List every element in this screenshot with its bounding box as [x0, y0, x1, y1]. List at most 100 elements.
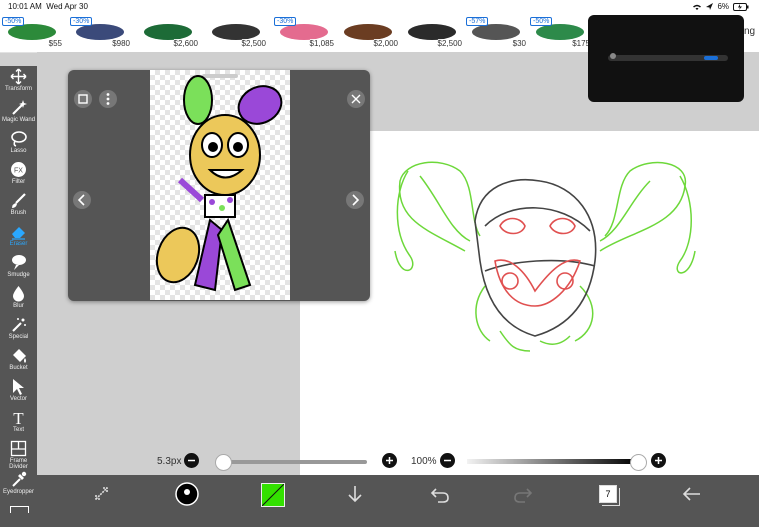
reference-fit-button[interactable] — [74, 90, 92, 108]
tool-label: Brush — [10, 210, 27, 216]
ad-product-image — [8, 24, 56, 40]
brush-size-increase-button[interactable] — [382, 453, 397, 468]
ad-price: $2,500 — [437, 39, 462, 48]
status-time: 10:01 AM Wed Apr 30 — [8, 2, 88, 11]
battery-charging-icon — [733, 2, 749, 11]
minus-icon — [444, 459, 451, 462]
ad-price: $980 — [112, 39, 130, 48]
ad-item[interactable]: -30% $980 — [68, 16, 132, 50]
tool-label: Blur — [13, 303, 24, 309]
fx-icon: FX — [11, 162, 26, 177]
opacity-control: 100% — [411, 452, 671, 472]
brush-size-value: 5.3px — [157, 456, 182, 467]
tool-label: Eyedropper — [2, 489, 35, 495]
plus-icon — [655, 457, 662, 464]
ad-item[interactable]: $2,500 — [400, 16, 464, 50]
reference-prev-button[interactable] — [73, 191, 91, 209]
frame-divider-icon — [10, 440, 27, 457]
tool-label: Bucket — [9, 365, 28, 371]
ad-product-image — [344, 24, 392, 40]
layers-button[interactable]: 7 — [593, 483, 623, 505]
redo-button[interactable] — [508, 483, 538, 505]
redo-icon — [514, 488, 533, 503]
ad-item[interactable]: -30% $1,085 — [272, 16, 336, 50]
ad-price: $2,600 — [173, 39, 198, 48]
quick-menu-button[interactable] — [87, 483, 117, 505]
color-picker-button[interactable] — [257, 483, 287, 507]
tool-label: Magic Wand — [1, 117, 36, 123]
minus-icon — [188, 459, 195, 462]
picture-in-picture-video[interactable] — [588, 15, 744, 102]
status-right: 6% — [692, 2, 749, 11]
brush-size-track[interactable] — [217, 460, 367, 464]
brush-size-decrease-button[interactable] — [184, 453, 199, 468]
brush-preview-button[interactable] — [172, 481, 202, 506]
undo-button[interactable] — [425, 483, 455, 505]
reference-close-button[interactable] — [347, 90, 365, 108]
ad-price: $2,000 — [373, 39, 398, 48]
ad-item[interactable]: $2,500 — [204, 16, 268, 50]
tool-vector[interactable]: Vector — [0, 376, 37, 407]
tool-lasso[interactable]: Lasso — [0, 128, 37, 159]
tool-blur[interactable]: Blur — [0, 283, 37, 314]
reference-menu-button[interactable] — [99, 90, 117, 108]
battery-percent: 6% — [717, 2, 729, 11]
ad-item[interactable]: -50% $175 — [528, 16, 592, 50]
arrow-down-icon — [348, 486, 362, 503]
tool-magic-wand[interactable]: Magic Wand — [0, 97, 37, 128]
svg-text:T: T — [13, 409, 24, 426]
back-button[interactable] — [677, 483, 707, 505]
ad-item[interactable]: $2,000 — [336, 16, 400, 50]
ad-item[interactable]: -57% $30 — [464, 16, 528, 50]
tool-next-partial[interactable] — [10, 506, 29, 513]
opacity-thumb[interactable] — [630, 454, 647, 471]
tool-eraser[interactable]: Eraser — [0, 221, 37, 252]
eyedropper-icon — [12, 471, 27, 487]
brush-preview-icon — [175, 482, 199, 506]
chevron-right-icon — [352, 194, 360, 206]
vector-cursor-icon — [13, 379, 24, 395]
save-download-button[interactable] — [340, 483, 370, 505]
ad-discount-badge: -30% — [274, 17, 297, 26]
brush-size-control: 5.3px — [157, 452, 397, 472]
ad-item[interactable]: $2,600 — [136, 16, 200, 50]
opacity-decrease-button[interactable] — [440, 453, 455, 468]
chevron-left-icon — [77, 194, 85, 206]
reference-next-button[interactable] — [346, 191, 364, 209]
opacity-increase-button[interactable] — [651, 453, 666, 468]
ad-item[interactable]: -50% $55 — [0, 16, 64, 50]
wifi-icon — [693, 4, 702, 10]
tool-bucket[interactable]: Bucket — [0, 345, 37, 376]
tool-label: Vector — [9, 396, 27, 402]
magic-wand-icon — [12, 100, 27, 115]
tool-label: Special — [8, 334, 29, 340]
tool-special[interactable]: Special — [0, 314, 37, 345]
lasso-icon — [11, 131, 27, 147]
ad-discount-badge: -50% — [530, 17, 553, 26]
tool-frame-divider[interactable]: Frame Divider — [0, 438, 37, 470]
tool-text[interactable]: T Text — [0, 407, 37, 438]
svg-text:FX: FX — [14, 168, 23, 175]
ad-product-image — [76, 24, 124, 40]
tool-eyedropper[interactable]: Eyedropper — [0, 469, 37, 500]
tool-smudge[interactable]: Smudge — [0, 252, 37, 283]
reference-image — [150, 70, 290, 300]
reference-window[interactable] — [68, 70, 370, 301]
opacity-value: 100% — [411, 456, 437, 467]
tool-label: Eraser — [9, 241, 28, 247]
layers-icon: 7 — [599, 485, 617, 503]
ad-trailing-text: ng — [744, 26, 756, 37]
tool-label: Text — [12, 427, 24, 433]
special-icon — [12, 318, 26, 332]
brush-icon — [12, 193, 26, 208]
tool-transform[interactable]: Transform — [0, 66, 37, 97]
opacity-track[interactable] — [467, 459, 637, 464]
brush-size-thumb[interactable] — [214, 454, 232, 471]
tool-filter[interactable]: FX Filter — [0, 159, 37, 190]
undo-icon — [430, 488, 449, 503]
bucket-icon — [13, 349, 26, 363]
tool-brush[interactable]: Brush — [0, 190, 37, 221]
video-action-pill — [704, 56, 718, 60]
ad-product-image — [212, 24, 260, 40]
move-icon — [10, 68, 27, 85]
